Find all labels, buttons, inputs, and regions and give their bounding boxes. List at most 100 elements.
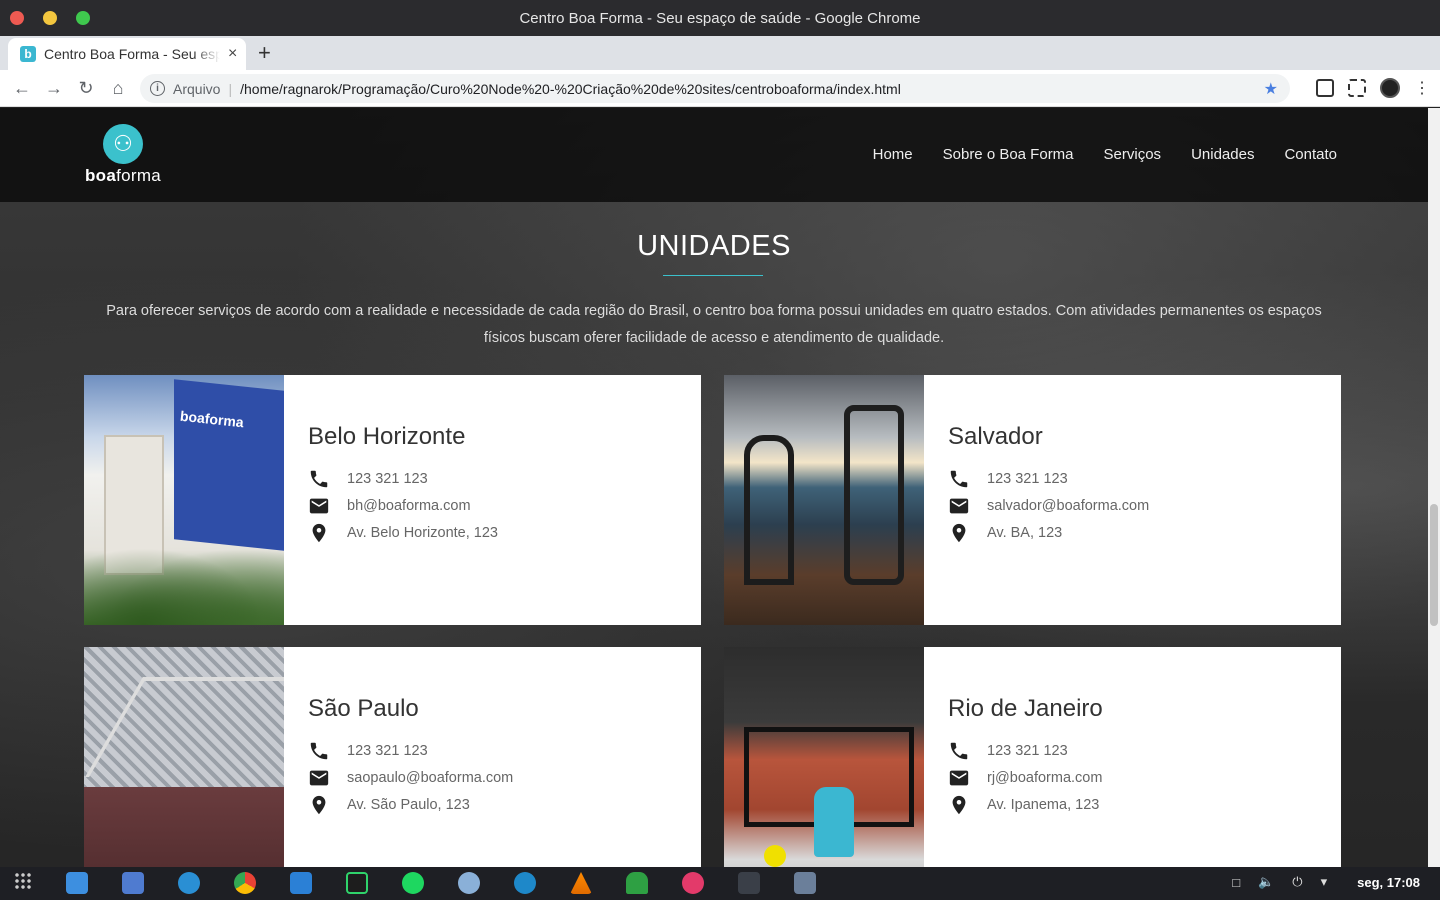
unit-email-row: saopaulo@boaforma.com [308,764,513,791]
unit-photo-salvador [724,375,924,625]
taskbar-apps [14,872,816,894]
phone-icon [308,468,347,490]
unit-email[interactable]: salvador@boaforma.com [987,498,1149,514]
unit-address-row: Av. Belo Horizonte, 123 [308,519,498,546]
tray-menu-chevron-icon[interactable]: ▾ [1321,874,1328,890]
profile-avatar[interactable] [1380,78,1400,98]
unit-info: Rio de Janeiro 123 321 123 rj@boaforma.c… [924,647,1103,867]
download-app-icon[interactable] [514,872,536,894]
menu-item-home[interactable]: Home [873,146,913,163]
site-header: ⚇ boaforma Home Sobre o Boa Forma Serviç… [0,108,1428,202]
tab-title: Centro Boa Forma - Seu espaço de saúde [44,46,220,62]
unit-photo-rj [724,647,924,867]
back-arrow-icon[interactable]: ← [6,78,38,99]
screenshot-app-icon[interactable] [794,872,816,894]
address-separator: | [228,80,233,97]
forward-arrow-icon[interactable]: → [38,78,70,99]
photo-machine [844,405,904,585]
photo-weight-plate [764,845,786,867]
site-logo[interactable]: ⚇ boaforma [82,124,164,186]
bookmark-star-icon[interactable]: ★ [1264,79,1278,99]
unit-card-saopaulo: São Paulo 123 321 123 saopaulo@boaforma.… [84,647,701,867]
menu-item-servicos[interactable]: Serviços [1104,146,1162,163]
location-pin-icon [948,522,987,544]
tab-bar: b Centro Boa Forma - Seu espaço de saúde… [0,36,1440,70]
unit-address: Av. Ipanema, 123 [987,796,1100,813]
unit-city: Salvador [948,423,1043,450]
dbeaver-app-icon[interactable] [458,872,480,894]
unit-photo-saopaulo [84,647,284,867]
menu-kebab-icon[interactable]: ⋮ [1414,78,1430,98]
section-title: UNIDADES [637,230,791,262]
unit-address: Av. São Paulo, 123 [347,796,470,813]
window-close-button[interactable] [10,11,24,25]
terminal-app-icon[interactable] [738,872,760,894]
unit-email[interactable]: saopaulo@boaforma.com [347,770,513,786]
window-minimize-button[interactable] [43,11,57,25]
tab-close-icon[interactable]: × [228,45,237,63]
app-grid-icon[interactable] [14,872,32,890]
section-intro: Para oferecer serviços de acordo com a r… [106,303,1322,346]
window-maximize-button[interactable] [76,11,90,25]
unit-address-row: Av. BA, 123 [948,519,1149,546]
location-pin-icon [308,522,347,544]
weightlifter-icon: ⚇ [103,124,143,164]
taskbar: □ 🔈 ⏻ ▾ seg, 17:08 [0,867,1440,900]
display-icon[interactable]: □ [1232,875,1240,890]
vscode-app-icon[interactable] [290,872,312,894]
security-label: Arquivo [173,80,221,97]
unit-city: Rio de Janeiro [948,695,1103,722]
menu-item-unidades[interactable]: Unidades [1191,146,1254,163]
scrollbar-thumb[interactable] [1430,504,1438,626]
toolbar-right: ⋮ [1316,78,1430,98]
unit-phone: 123 321 123 [987,470,1068,487]
phone-icon [948,740,987,762]
volume-icon[interactable]: 🔈 [1258,874,1274,890]
power-icon[interactable]: ⏻ [1292,874,1302,890]
address-bar[interactable]: i Arquivo | /home/ragnarok/Programação/C… [140,74,1290,103]
browser-tab[interactable]: b Centro Boa Forma - Seu espaço de saúde… [8,38,246,70]
unit-photo-bh: boaforma [84,375,284,625]
reload-icon[interactable]: ↻ [70,78,102,99]
extension-icon[interactable] [1316,79,1334,97]
unit-card-salvador: Salvador 123 321 123 salvador@boaforma.c… [724,375,1341,625]
photo-plants [84,535,284,625]
chrome-app-icon[interactable] [234,872,256,894]
clock[interactable]: seg, 17:08 [1357,875,1420,890]
software-center-icon[interactable] [178,872,200,894]
title-underline [663,275,763,276]
files-app-icon[interactable] [122,872,144,894]
cast-icon[interactable] [1348,79,1366,97]
logo-text: boaforma [84,166,162,185]
spotify-app-icon[interactable] [402,872,424,894]
unit-phone-row: 123 321 123 [308,465,498,492]
photo-athlete [814,787,854,857]
unit-email-row: rj@boaforma.com [948,764,1103,791]
main-menu: Home Sobre o Boa Forma Serviços Unidades… [873,146,1337,163]
page-scrollbar[interactable] [1428,108,1440,867]
unit-info: Salvador 123 321 123 salvador@boaforma.c… [924,375,1149,625]
unit-phone: 123 321 123 [347,470,428,487]
url-text[interactable]: /home/ragnarok/Programação/Curo%20Node%2… [240,81,901,97]
window-controls [10,11,90,25]
unit-email[interactable]: bh@boaforma.com [347,498,471,514]
photo-wall [174,379,284,551]
phone-icon [308,740,347,762]
menu-item-contato[interactable]: Contato [1284,146,1337,163]
unit-phone: 123 321 123 [347,742,428,759]
photo-floor [84,787,284,867]
info-icon[interactable]: i [150,81,165,96]
vlc-app-icon[interactable] [570,872,592,894]
home-icon[interactable]: ⌂ [102,78,134,99]
menu-item-sobre[interactable]: Sobre o Boa Forma [943,146,1074,163]
new-tab-button[interactable]: + [258,40,271,66]
unit-email[interactable]: rj@boaforma.com [987,770,1102,786]
android-app-icon[interactable] [626,872,648,894]
browser-app-icon[interactable] [66,872,88,894]
unit-info: Belo Horizonte 123 321 123 bh@boaforma.c… [284,375,498,625]
window-titlebar: Centro Boa Forma - Seu espaço de saúde -… [0,0,1440,36]
unit-phone: 123 321 123 [987,742,1068,759]
pycharm-app-icon[interactable] [346,872,368,894]
flickr-app-icon[interactable] [682,872,704,894]
unit-phone-row: 123 321 123 [948,737,1103,764]
